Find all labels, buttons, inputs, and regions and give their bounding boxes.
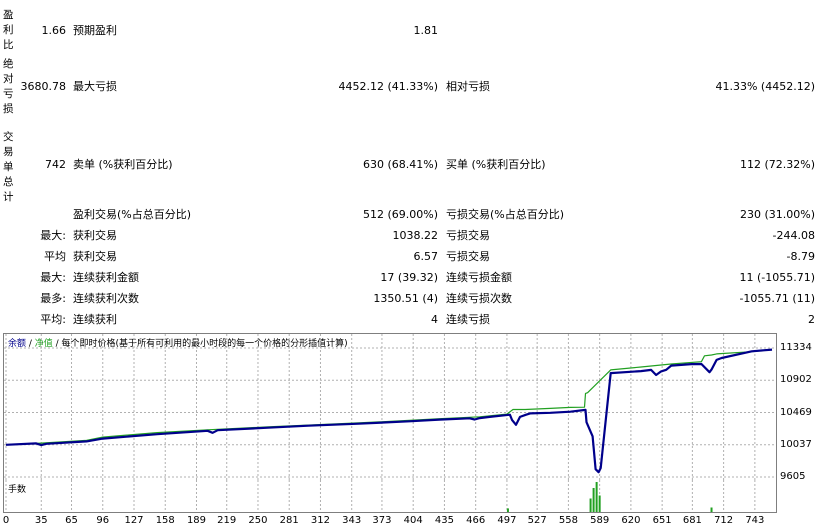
stat-label: 亏损交易 (446, 229, 490, 242)
x-tick-label: 281 (279, 515, 299, 526)
stat-value-primary: 最多: (40, 292, 66, 305)
x-tick-label: 96 (96, 515, 110, 526)
stat-value-primary: 742 (45, 158, 66, 171)
balance-equity-chart: 余额 / 净值 / 每个即时价格(基于所有可利用的最小时段的每一个价格的分形插值… (3, 333, 777, 482)
x-tick-label: 620 (621, 515, 641, 526)
x-tick-label: 0 (2, 515, 10, 526)
stat-value: 4 (431, 313, 438, 326)
stat-value-primary: 最大: (40, 271, 66, 284)
stat-value: 1350.51 (4) (373, 292, 438, 305)
stat-value: 4452.12 (41.33%) (338, 80, 438, 93)
x-tick-label: 527 (527, 515, 547, 526)
volume-bar (506, 508, 509, 512)
stat-label: 连续获利 (73, 313, 117, 326)
stat-value-primary: 最大: (40, 229, 66, 242)
stat-value: 630 (68.41%) (362, 158, 438, 171)
stat-value: 230 (31.00%) (739, 208, 815, 221)
y-tick-label: 11334 (780, 342, 812, 353)
x-tick-label: 312 (310, 515, 330, 526)
volume-bar (589, 498, 592, 512)
volume-bar (710, 507, 713, 512)
stat-label: 获利交易 (73, 250, 117, 263)
y-tick-label: 10469 (780, 406, 812, 418)
x-tick-label: 65 (65, 515, 78, 526)
x-tick-label: 497 (497, 515, 517, 526)
stat-label: 连续获利次数 (73, 292, 139, 305)
x-tick-label: 158 (155, 515, 175, 526)
x-tick-label: 219 (217, 515, 237, 526)
stat-label: 买单 (%获利百分比) (446, 158, 546, 171)
stat-value-primary: 平均: (40, 313, 66, 326)
stat-value-primary: 3680.78 (20, 80, 67, 93)
stat-label: 连续获利金额 (73, 271, 139, 284)
stat-value: 11 (-1055.71) (739, 271, 815, 284)
stat-value: 17 (39.32) (380, 271, 438, 284)
stat-label: 最大亏损 (73, 80, 117, 93)
volume-bar (592, 488, 595, 512)
stat-value: 112 (72.32%) (739, 158, 815, 171)
x-tick-label: 404 (403, 515, 423, 526)
stat-value-primary: 1.66 (41, 24, 67, 37)
volume-plot (5, 480, 756, 512)
stat-value: -1055.71 (11) (739, 292, 815, 305)
stat-label: 连续亏损 (446, 313, 490, 326)
x-tick-label: 250 (248, 515, 268, 526)
stat-label: 预期盈利 (73, 24, 117, 37)
stat-label: 亏损交易(%占总百分比) (446, 208, 565, 221)
x-tick-label: 435 (434, 515, 454, 526)
stat-value: -8.79 (786, 250, 815, 263)
x-tick-label: 558 (558, 515, 578, 526)
volume-bar (595, 482, 598, 512)
volume-chart: 手数 (3, 480, 777, 513)
stat-value: 512 (69.00%) (362, 208, 438, 221)
volume-bar (598, 495, 601, 512)
stat-value-primary: 平均 (44, 250, 66, 263)
balance-line (5, 348, 773, 474)
stat-value: 41.33% (4452.12) (715, 80, 815, 93)
stat-label: 卖单 (%获利百分比) (73, 158, 173, 171)
y-tick-label: 10037 (780, 438, 812, 450)
x-tick-label: 373 (372, 515, 392, 526)
x-tick-label: 681 (682, 515, 702, 526)
stat-label: 亏损交易 (446, 250, 490, 263)
y-tick-label: 9605 (780, 471, 806, 482)
x-tick-label: 127 (124, 515, 144, 526)
stat-value: 2 (808, 313, 815, 326)
x-tick-label: 343 (342, 515, 362, 526)
x-tick-label: 189 (186, 515, 207, 526)
stat-value: -244.08 (772, 229, 815, 242)
chart-plot (4, 334, 776, 481)
stat-label: 连续亏损次数 (446, 292, 512, 305)
stat-value: 1.81 (413, 24, 439, 37)
stat-label: 获利交易 (73, 229, 117, 242)
x-tick-label: 589 (590, 515, 610, 526)
stat-label: 盈利交易(%占总百分比) (73, 208, 192, 221)
stat-value: 6.57 (413, 250, 439, 263)
stat-value: 1038.22 (392, 229, 439, 242)
x-tick-label: 651 (652, 515, 672, 526)
stat-label: 相对亏损 (446, 80, 490, 93)
x-tick-label: 712 (714, 515, 734, 526)
equity-line (5, 349, 773, 446)
x-tick-label: 466 (466, 515, 486, 526)
y-tick-label: 10902 (780, 374, 812, 386)
stat-label: 连续亏损金额 (446, 271, 512, 284)
x-tick-label: 743 (745, 515, 765, 526)
x-tick-label: 35 (34, 515, 48, 526)
